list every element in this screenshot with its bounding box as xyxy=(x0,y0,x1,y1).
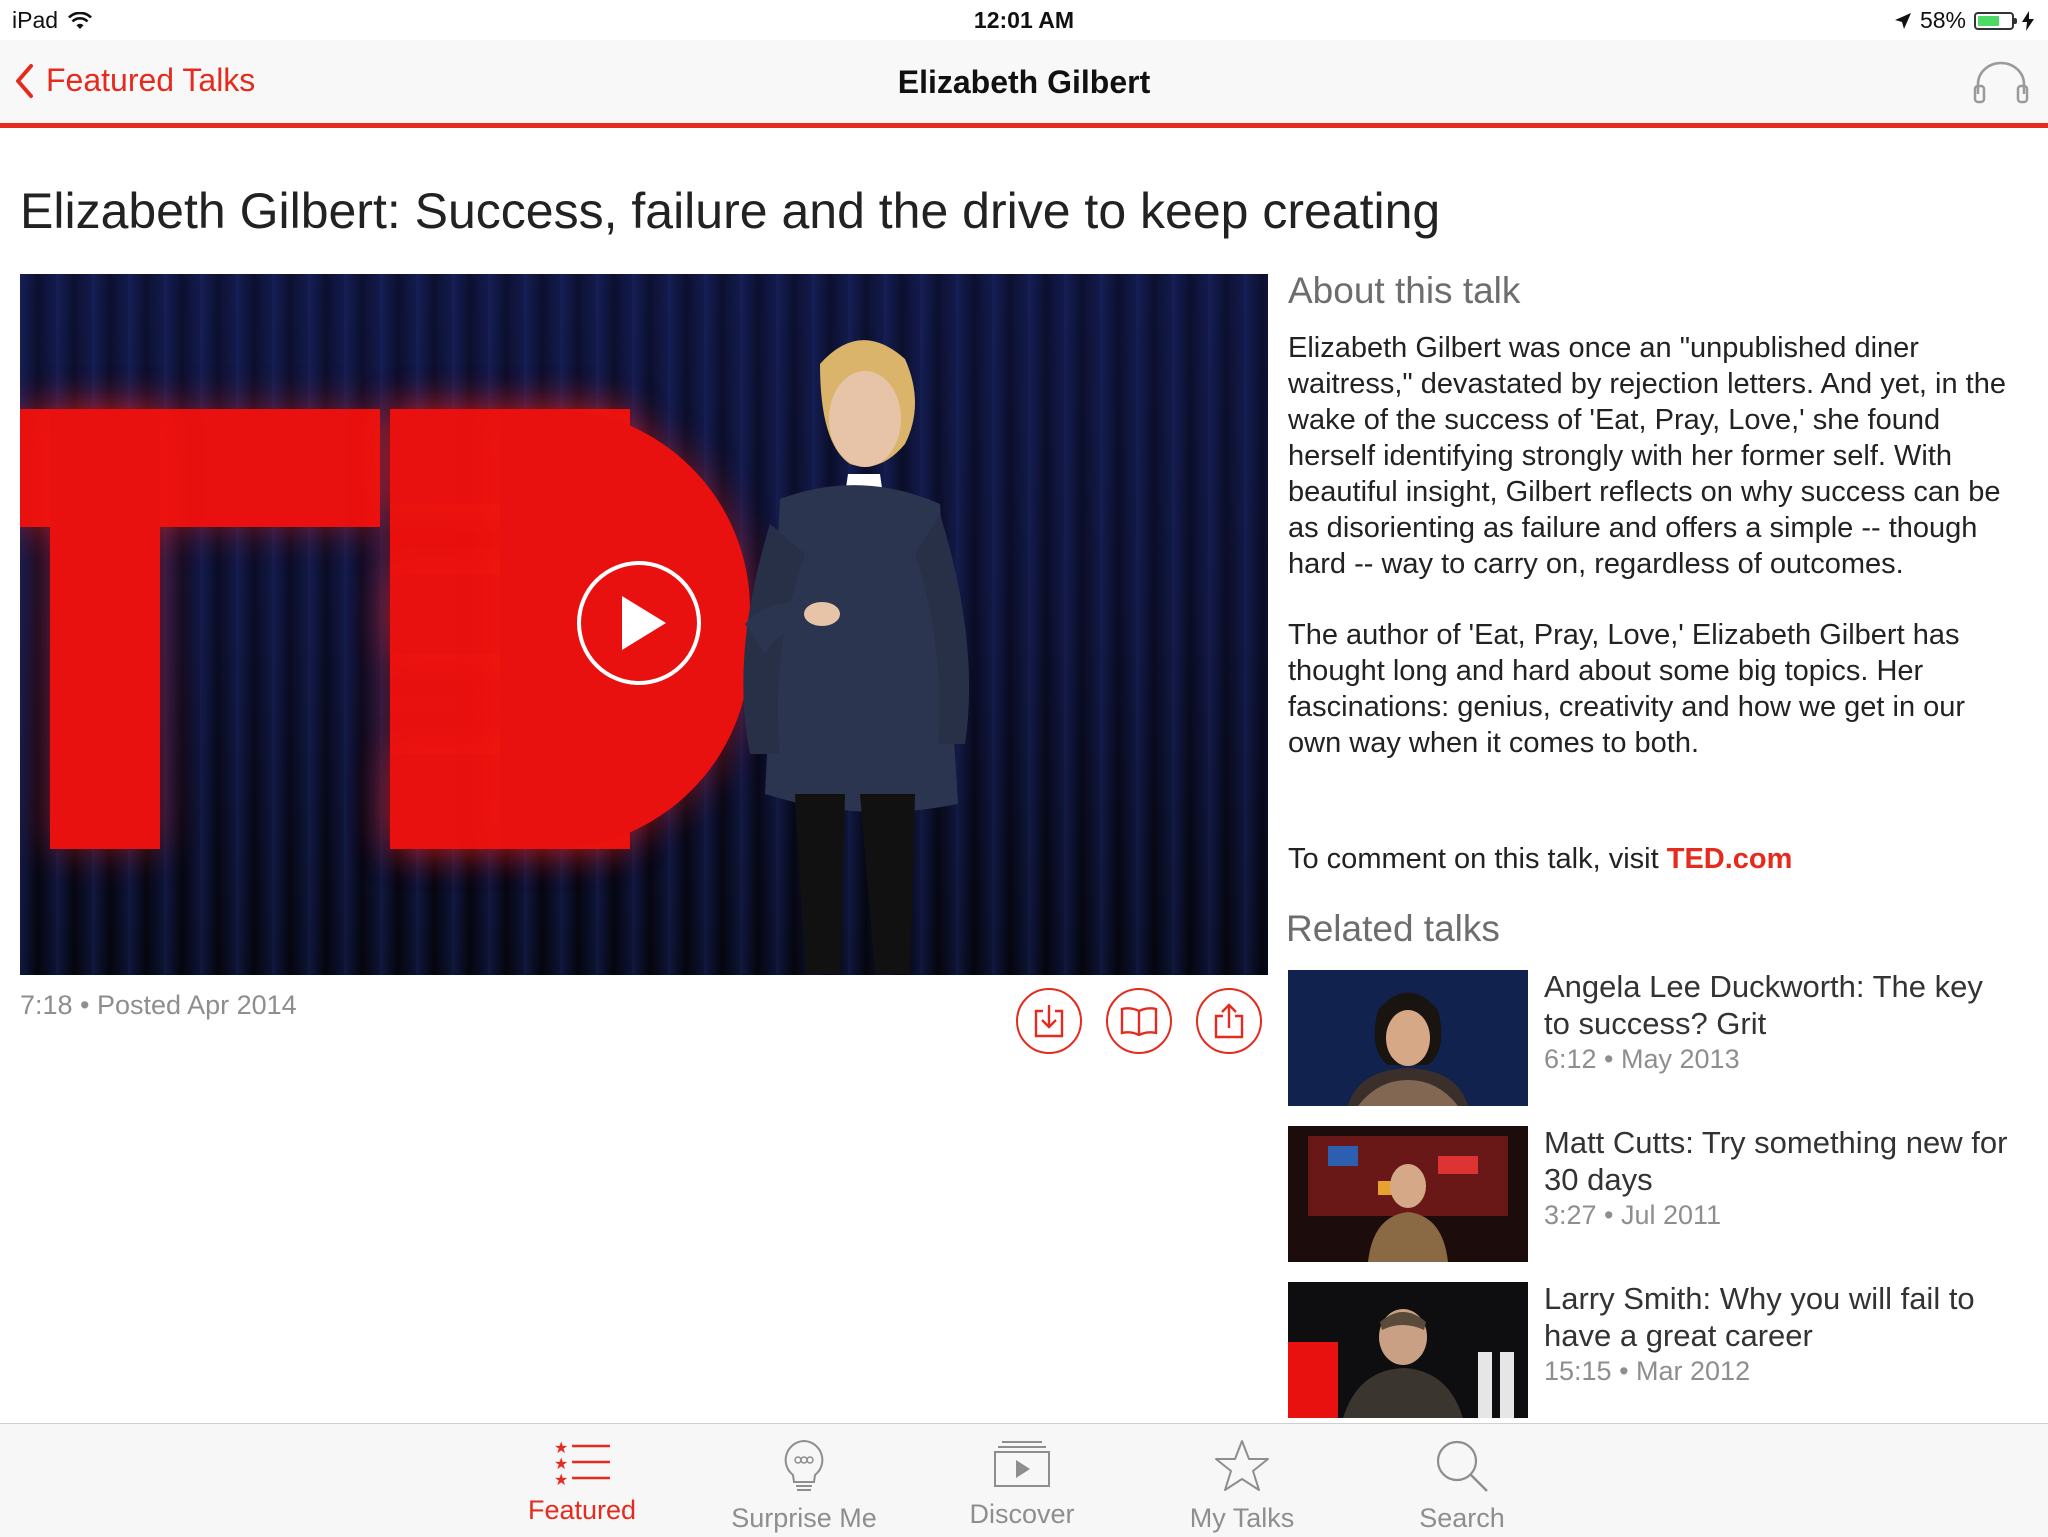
related-heading: Related talks xyxy=(1286,908,1500,949)
speaker-figure xyxy=(743,340,970,974)
play-button[interactable] xyxy=(577,561,701,685)
navigation-bar: Featured Talks Elizabeth Gilbert xyxy=(0,40,2048,128)
related-thumbnail xyxy=(1288,970,1528,1106)
talk-actions xyxy=(1016,988,1262,1054)
ted-com-link[interactable]: TED.com xyxy=(1667,843,1793,875)
tab-label: My Talks xyxy=(1189,1503,1295,1533)
nav-title: Elizabeth Gilbert xyxy=(897,64,1151,100)
related-talk-title: Matt Cutts: Try something new for 30 day… xyxy=(1544,1125,2008,1197)
comment-prefix: To comment on this talk, visit xyxy=(1288,843,1667,875)
tab-discover[interactable]: Discover xyxy=(932,1438,1112,1530)
about-heading: About this talk xyxy=(1288,270,1521,311)
share-button[interactable] xyxy=(1196,988,1262,1054)
share-icon xyxy=(1214,1003,1244,1039)
svg-text:★: ★ xyxy=(554,1470,568,1486)
discover-icon xyxy=(994,1441,1050,1487)
video-player[interactable] xyxy=(20,274,1268,975)
related-thumbnail xyxy=(1288,1282,1528,1418)
status-right: 58% xyxy=(1894,7,2034,34)
related-talk-meta: 6:12 • May 2013 xyxy=(1544,1044,1740,1074)
related-talk-title: Larry Smith: Why you will fail to have a… xyxy=(1544,1281,1975,1353)
about-paragraph: Elizabeth Gilbert was once an "unpublish… xyxy=(1288,332,2006,580)
tab-label: Search xyxy=(1419,1503,1505,1533)
tab-label: Surprise Me xyxy=(731,1503,877,1533)
tab-search[interactable]: Search xyxy=(1372,1438,1552,1534)
location-arrow-icon xyxy=(1894,12,1911,29)
tab-my-talks[interactable]: My Talks xyxy=(1152,1438,1332,1534)
talk-meta: 7:18 • Posted Apr 2014 xyxy=(20,990,297,1020)
battery-icon xyxy=(1974,11,2017,30)
tab-surprise-me[interactable]: Surprise Me xyxy=(714,1438,894,1534)
about-paragraph: The author of 'Eat, Pray, Love,' Elizabe… xyxy=(1288,619,1966,759)
search-icon xyxy=(1436,1440,1488,1492)
status-bar: iPad 12:01 AM 58% xyxy=(0,0,2048,40)
battery-percent: 58% xyxy=(1919,7,1966,33)
headphones-icon xyxy=(1973,61,2029,104)
related-talk-title: Angela Lee Duckworth: The key to success… xyxy=(1544,969,1983,1041)
talk-title: Elizabeth Gilbert: Success, failure and … xyxy=(20,183,1441,239)
tab-label: Discover xyxy=(969,1499,1075,1529)
tab-label: Featured xyxy=(527,1495,637,1525)
related-talk-item[interactable]: Angela Lee Duckworth: The key to success… xyxy=(1288,968,2028,1124)
lightbulb-icon xyxy=(784,1439,824,1491)
about-description: Elizabeth Gilbert was once an "unpublish… xyxy=(1288,330,2008,796)
tab-featured[interactable]: ★ ★ ★ Featured xyxy=(492,1438,672,1526)
related-talk-meta: 15:15 • Mar 2012 xyxy=(1544,1356,1751,1386)
ted-letter-t-stem xyxy=(50,409,160,849)
tab-bar: ★ ★ ★ Featured Surprise Me Discover My T… xyxy=(0,1423,2048,1537)
download-icon xyxy=(1034,1005,1064,1038)
related-thumbnail xyxy=(1288,1126,1528,1262)
featured-list-icon: ★ ★ ★ xyxy=(554,1438,610,1489)
status-time: 12:01 AM xyxy=(973,7,1075,33)
headphones-button[interactable] xyxy=(1972,60,2030,109)
charging-bolt-icon xyxy=(2022,10,2034,31)
star-icon xyxy=(1215,1440,1269,1491)
related-talk-item[interactable]: Matt Cutts: Try something new for 30 day… xyxy=(1288,1124,2028,1280)
related-talk-meta: 3:27 • Jul 2011 xyxy=(1544,1200,1722,1230)
reading-list-button[interactable] xyxy=(1106,988,1172,1054)
related-talk-item[interactable]: Larry Smith: Why you will fail to have a… xyxy=(1288,1280,2028,1436)
comment-line: To comment on this talk, visit TED.com xyxy=(1288,843,1792,876)
related-talks-list: Angela Lee Duckworth: The key to success… xyxy=(1288,968,2028,1436)
download-button[interactable] xyxy=(1016,988,1082,1054)
book-icon xyxy=(1120,1007,1158,1036)
